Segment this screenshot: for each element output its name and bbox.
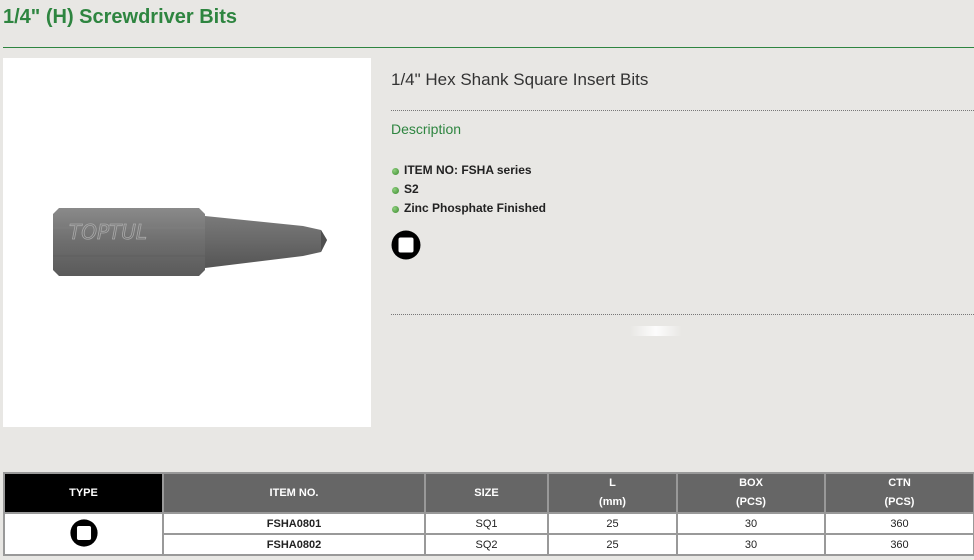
ctn-column-header: CTN (PCS) (824, 472, 974, 514)
description-heading: Description (391, 121, 462, 137)
ctn-cell: 360 (824, 533, 974, 556)
box-header-unit: (PCS) (736, 496, 766, 508)
square-drive-icon (69, 518, 98, 547)
brand-logo-text: TOPTUL (69, 220, 147, 244)
square-drive-icon (390, 229, 422, 266)
length-cell: 25 (547, 533, 678, 556)
dotted-divider (391, 110, 974, 111)
item-no-cell: FSHA0801 (162, 512, 426, 535)
item-no-column-header: ITEM NO. (162, 472, 426, 514)
size-column-header: SIZE (424, 472, 549, 514)
ctn-header-unit: (PCS) (884, 496, 915, 508)
bullet-icon (392, 205, 399, 213)
feature-item: ITEM NO: FSHA series (392, 161, 546, 180)
dotted-divider (391, 314, 974, 315)
item-no-cell: FSHA0802 (162, 533, 426, 556)
page-title: 1/4" (H) Screwdriver Bits (3, 6, 238, 28)
box-header-label: BOX (739, 477, 763, 489)
length-header-label: L (609, 477, 616, 489)
feature-text: Zinc Phosphate Finished (404, 201, 547, 215)
bullet-icon (392, 167, 399, 175)
type-cell (3, 512, 164, 556)
length-column-header: L (mm) (547, 472, 678, 514)
box-cell: 30 (676, 533, 826, 556)
feature-text: ITEM NO: FSHA series (404, 163, 532, 177)
feature-item: Zinc Phosphate Finished (392, 199, 546, 218)
feature-text: S2 (404, 182, 419, 196)
spec-table: TYPE ITEM NO. SIZE L (mm) BOX (PCS) CTN … (3, 472, 974, 556)
bullet-icon (392, 186, 399, 194)
ctn-cell: 360 (824, 512, 974, 535)
title-divider (3, 47, 974, 48)
table-header-row: TYPE ITEM NO. SIZE L (mm) BOX (PCS) CTN … (3, 472, 974, 514)
faint-highlight (630, 326, 682, 336)
box-cell: 30 (676, 512, 826, 535)
box-column-header: BOX (PCS) (676, 472, 826, 514)
length-cell: 25 (547, 512, 678, 535)
screwdriver-bit-illustration: TOPTUL (53, 208, 327, 276)
feature-item: S2 (392, 180, 546, 199)
product-image: TOPTUL (3, 58, 371, 427)
size-cell: SQ1 (424, 512, 549, 535)
length-header-unit: (mm) (599, 496, 626, 508)
ctn-header-label: CTN (888, 477, 911, 489)
size-cell: SQ2 (424, 533, 549, 556)
product-name: 1/4" Hex Shank Square Insert Bits (391, 70, 649, 89)
table-row: FSHA0801 SQ1 25 30 360 (3, 512, 974, 556)
type-column-header: TYPE (3, 472, 164, 514)
feature-list: ITEM NO: FSHA series S2 Zinc Phosphate F… (392, 161, 546, 218)
